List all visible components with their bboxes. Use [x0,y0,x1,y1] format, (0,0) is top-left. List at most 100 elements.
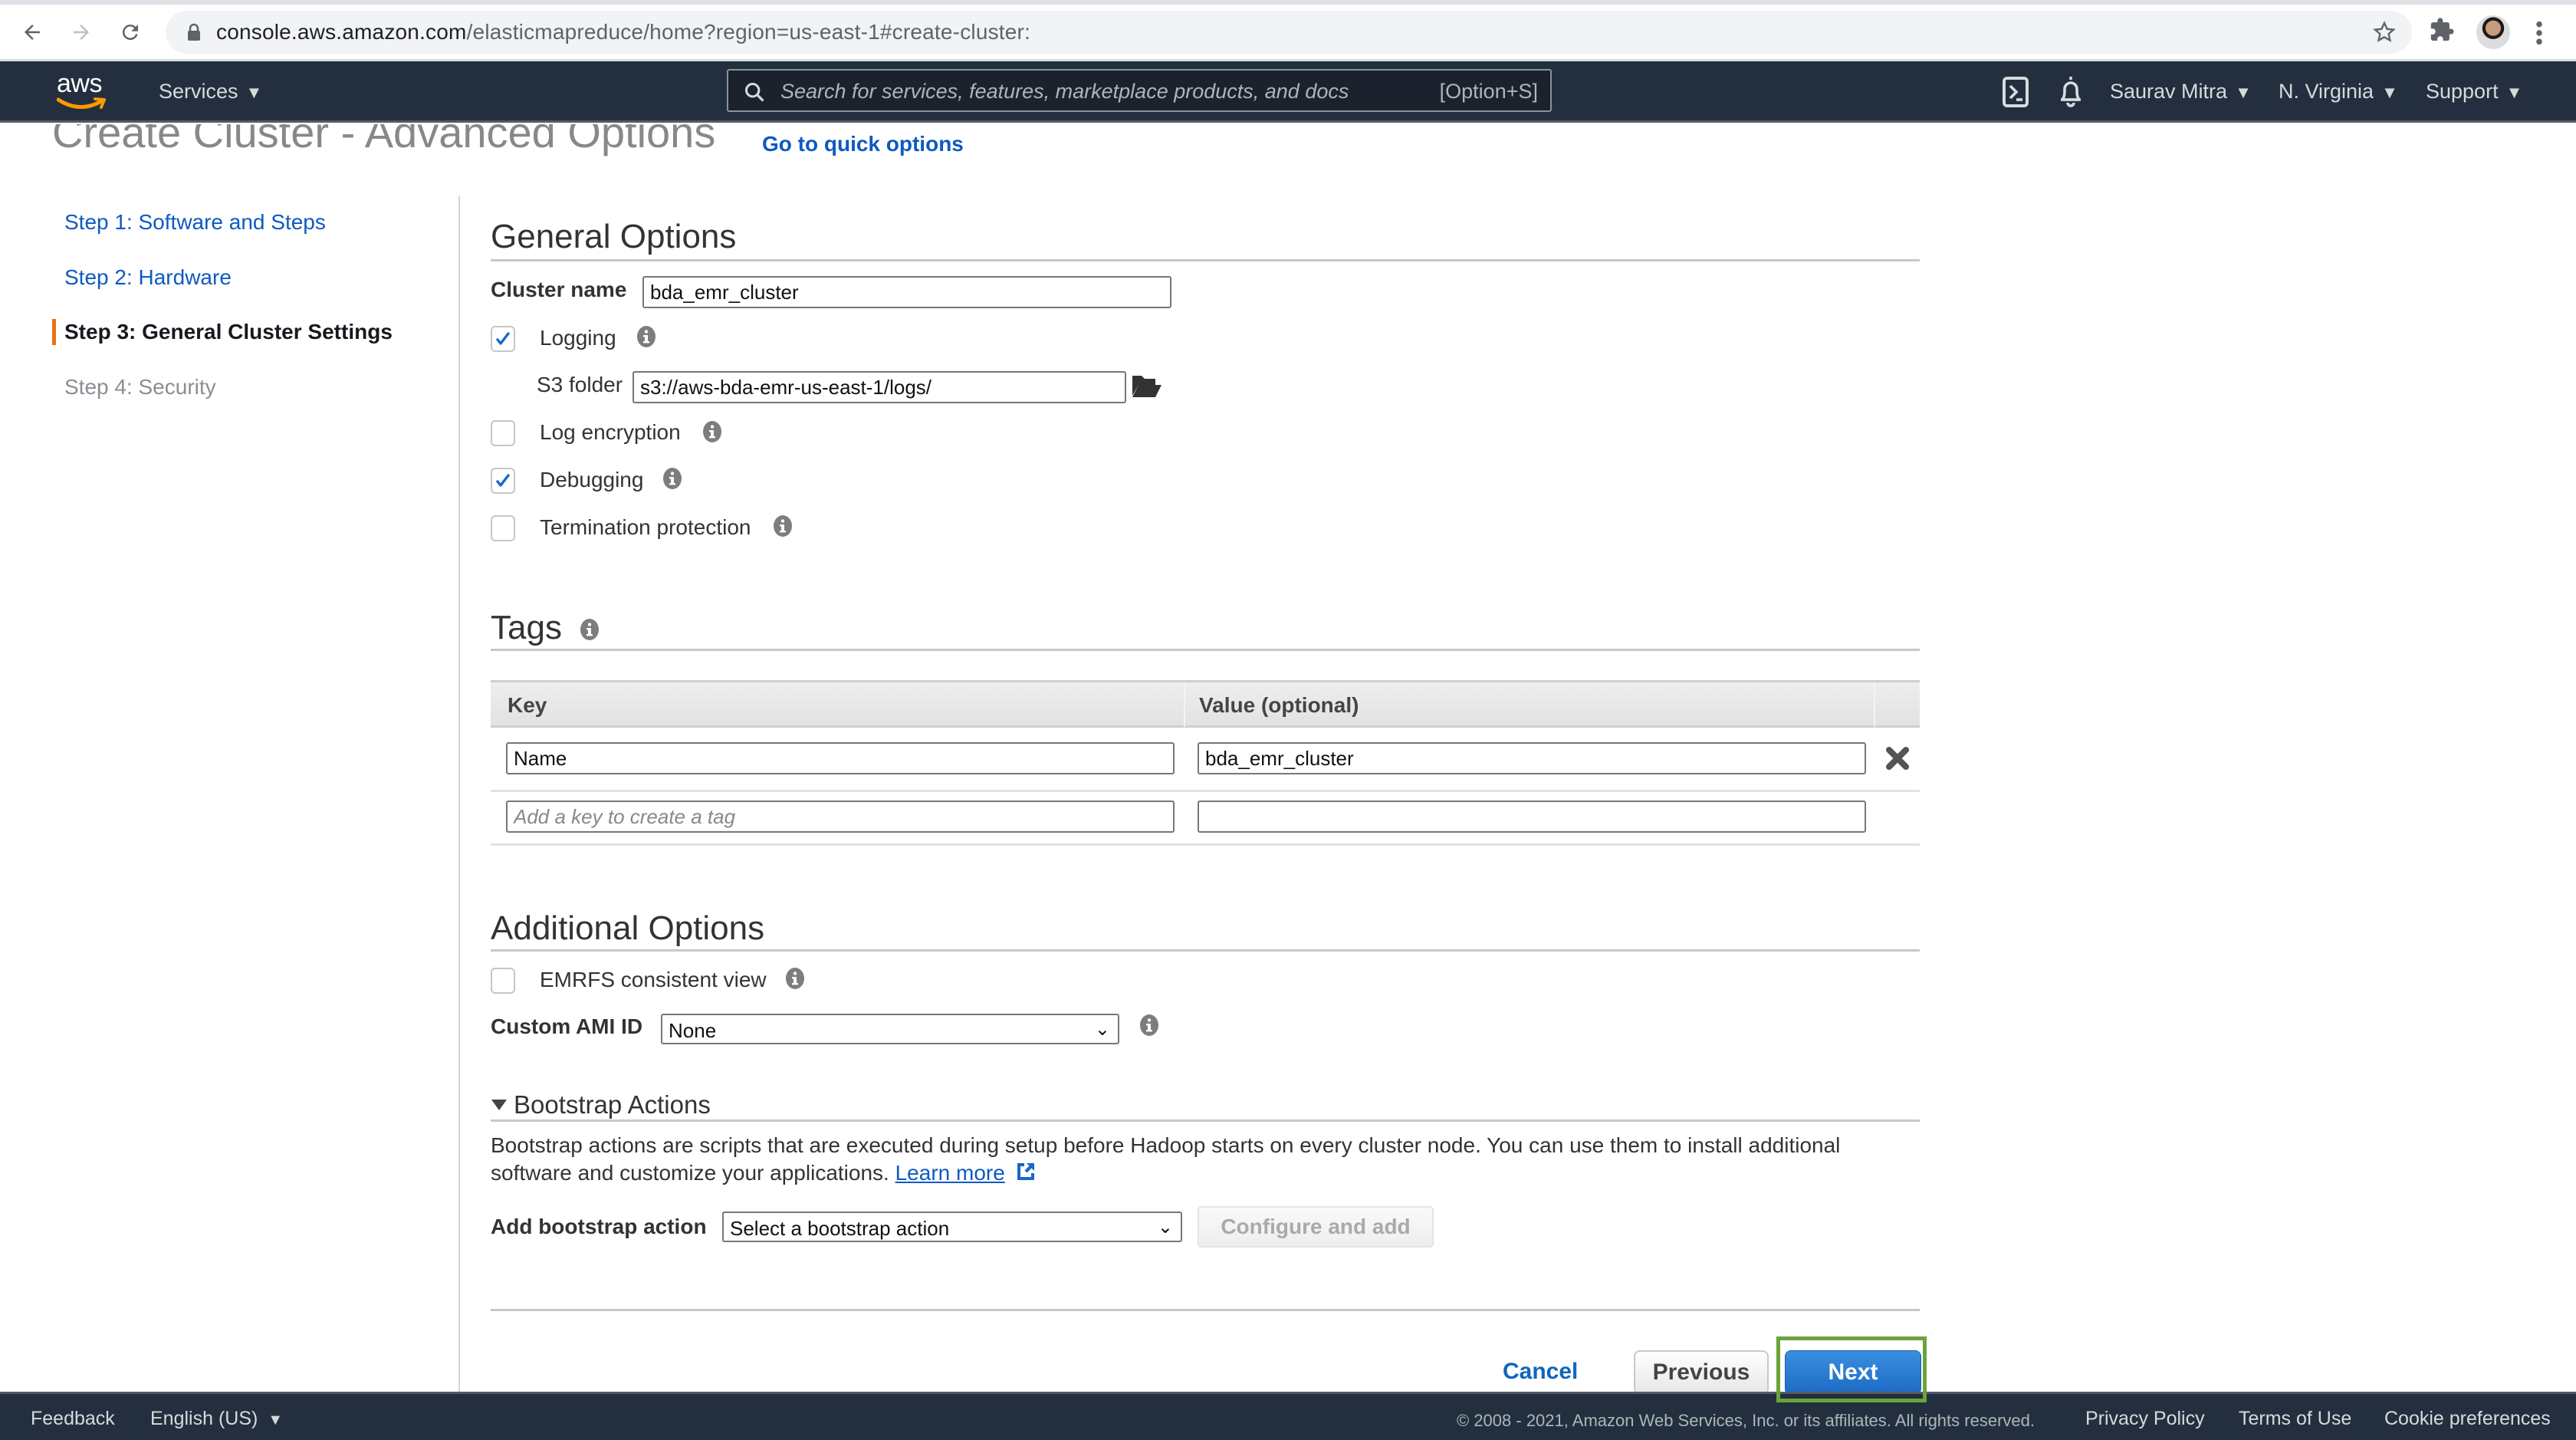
aws-logo-text: aws [57,69,102,98]
reload-icon[interactable] [115,17,146,48]
next-button[interactable]: Next [1785,1350,1921,1395]
nav-divider [0,120,2576,123]
chevron-down-icon: ⌄ [1094,1019,1110,1040]
tags-table-header: Key Value (optional) [491,680,1920,728]
console-footer: Feedback English (US) ▼ © 2008 - 2021, A… [0,1392,2576,1440]
bootstrap-description: Bootstrap actions are scripts that are e… [491,1132,1917,1187]
search-placeholder: Search for services, features, marketpla… [780,80,1349,103]
info-icon[interactable] [773,515,793,538]
services-label: Services [159,80,238,103]
profile-avatar[interactable] [2476,15,2510,49]
info-icon[interactable] [785,967,805,990]
actions-divider [491,1309,1920,1311]
lock-icon [187,23,201,45]
termination-protection-checkbox[interactable] [491,515,515,541]
active-step-marker [52,319,56,345]
column-header-key: Key [508,693,547,717]
remove-tag-icon[interactable] [1884,745,1911,771]
bootstrap-action-select[interactable]: Select a bootstrap action ⌄ [722,1212,1182,1242]
emrfs-consistent-view-checkbox[interactable] [491,968,515,994]
region-name: N. Virginia [2279,80,2374,103]
new-tag-key-input[interactable] [506,801,1175,833]
cookie-preferences-link[interactable]: Cookie preferences [2384,1408,2551,1430]
region-menu[interactable]: N. Virginia ▼ [2279,80,2398,104]
add-bootstrap-action-label: Add bootstrap action [491,1215,707,1238]
account-menu[interactable]: Saurav Mitra ▼ [2110,80,2252,104]
privacy-policy-link[interactable]: Privacy Policy [2085,1408,2205,1430]
search-shortcut-hint: [Option+S] [1439,80,1538,103]
cloudshell-icon[interactable] [2003,77,2029,111]
bootstrap-description-text: Bootstrap actions are scripts that are e… [491,1133,1841,1185]
cluster-name-input[interactable] [642,276,1171,308]
column-header-value: Value (optional) [1199,693,1359,717]
cluster-name-label: Cluster name [491,278,627,301]
info-icon[interactable] [580,618,600,641]
bootstrap-actions-toggle[interactable]: Bootstrap Actions [491,1090,711,1119]
debugging-checkbox[interactable] [491,468,515,494]
caret-down-icon [491,1100,507,1110]
section-divider [491,259,1920,261]
aws-logo[interactable]: aws [55,69,107,110]
bootstrap-actions-heading: Bootstrap Actions [514,1090,711,1119]
tags-table: Key Value (optional) [491,680,1920,846]
search-icon [744,81,765,107]
support-menu[interactable]: Support ▼ [2426,80,2522,104]
logging-label: Logging [540,326,616,350]
info-icon[interactable] [1139,1014,1159,1037]
step-hardware[interactable]: Step 2: Hardware [64,265,232,290]
cancel-button[interactable]: Cancel [1503,1359,1578,1385]
emrfs-consistent-view-label: EMRFS consistent view [540,968,767,991]
nav-divider-vertical [458,196,460,1392]
checkmark-icon [496,332,510,345]
learn-more-link[interactable]: Learn more [895,1161,1005,1185]
wizard-steps-nav: Step 1: Software and Steps Step 2: Hardw… [0,199,458,429]
step-software-and-steps[interactable]: Step 1: Software and Steps [64,210,326,235]
row-divider [491,843,1920,846]
notifications-bell-icon[interactable] [2058,75,2084,113]
previous-button[interactable]: Previous [1634,1350,1769,1395]
tag-key-input[interactable] [506,742,1175,774]
external-link-icon[interactable] [1014,1160,1037,1183]
section-divider [491,649,1920,651]
info-icon[interactable] [702,420,722,443]
back-arrow-icon[interactable] [17,17,48,48]
url-text: console.aws.amazon.com/elasticmapreduce/… [216,20,1031,44]
general-options-heading: General Options [491,218,737,255]
bootstrap-action-value: Select a bootstrap action [730,1217,950,1240]
bookmark-star-icon[interactable] [2372,20,2397,48]
configure-and-add-button[interactable]: Configure and add [1198,1206,1434,1248]
language-label: English (US) [150,1408,258,1429]
global-search-input[interactable]: Search for services, features, marketpla… [727,69,1552,112]
s3-folder-label: S3 folder [537,373,623,396]
custom-ami-id-value: None [669,1019,717,1042]
tag-value-input[interactable] [1198,742,1866,774]
tags-heading: Tags [491,609,562,646]
column-separator [1184,682,1185,727]
feedback-link[interactable]: Feedback [31,1408,115,1430]
copyright-text: © 2008 - 2021, Amazon Web Services, Inc.… [1457,1411,2035,1430]
log-encryption-checkbox[interactable] [491,420,515,446]
checkmark-icon [496,474,510,487]
browser-toolbar: console.aws.amazon.com/elasticmapreduce/… [0,0,2576,61]
termination-protection-label: Termination protection [540,515,751,539]
forward-arrow-icon[interactable] [66,17,97,48]
terms-of-use-link[interactable]: Terms of Use [2239,1408,2351,1430]
chevron-down-icon: ⌄ [1157,1217,1173,1238]
account-name: Saurav Mitra [2110,80,2228,103]
custom-ami-id-label: Custom AMI ID [491,1014,643,1038]
s3-folder-input[interactable] [632,371,1126,403]
info-icon[interactable] [636,325,656,348]
address-bar[interactable]: console.aws.amazon.com/elasticmapreduce/… [166,11,2412,54]
caret-down-icon: ▼ [2505,83,2523,102]
language-selector[interactable]: English (US) ▼ [150,1408,283,1430]
new-tag-value-input[interactable] [1198,801,1866,833]
services-menu[interactable]: Services ▼ [159,80,262,104]
info-icon[interactable] [662,467,682,490]
kebab-menu-icon[interactable] [2535,20,2544,50]
go-to-quick-options-link[interactable]: Go to quick options [762,132,964,156]
logging-checkbox[interactable] [491,326,515,352]
custom-ami-id-select[interactable]: None ⌄ [661,1014,1119,1044]
extensions-puzzle-icon[interactable] [2429,15,2455,48]
caret-down-icon: ▼ [268,1412,284,1428]
folder-open-icon[interactable] [1131,373,1162,399]
